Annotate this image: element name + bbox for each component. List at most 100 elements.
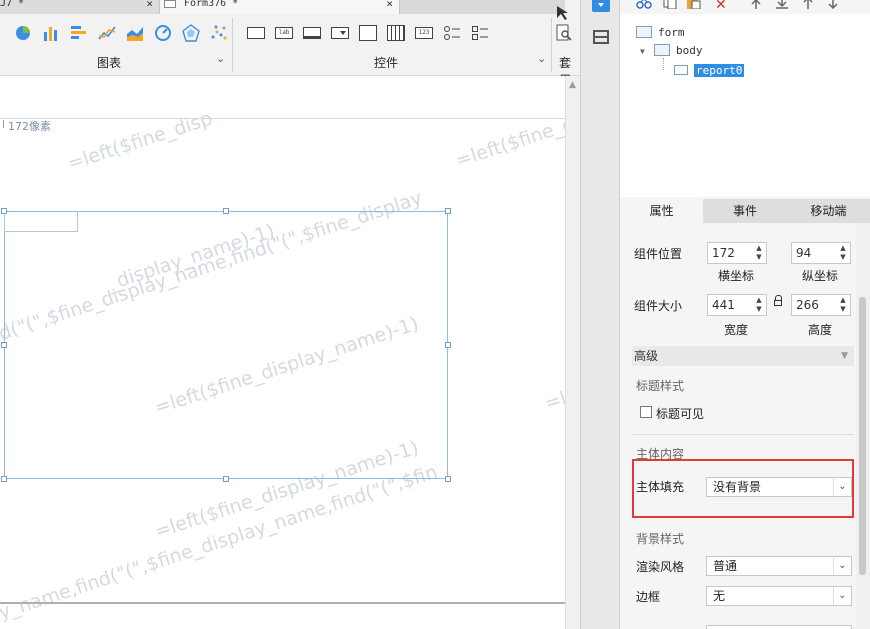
scroll-up-icon[interactable]: ▲ [569,80,576,90]
watermark-text: =le [542,383,565,415]
height-value: 266 [796,298,819,312]
search-document-icon[interactable] [555,24,573,42]
increment-icon[interactable]: ▲ [837,244,849,253]
gauge-chart-icon[interactable] [154,24,172,42]
render-style-value: 普通 [713,559,738,573]
chevron-down-icon: ⌄ [833,587,851,605]
watermark-text: y_name,find("(",$fine_display_name,find(… [0,460,441,624]
render-style-select[interactable]: 普通 ⌄ [706,556,852,576]
dropdown-toggle-button[interactable] [592,0,610,12]
resize-handle[interactable] [223,476,229,482]
horizontal-bar-chart-icon[interactable] [70,24,88,42]
next-property-select[interactable] [706,625,852,629]
delete-icon[interactable]: ✕ [715,0,727,13]
copy-icon[interactable] [662,0,678,13]
tree-node-form[interactable]: form [636,24,685,40]
bar-chart-icon[interactable] [42,24,60,42]
section-divider [632,434,854,435]
tab-label: Form376 * [184,0,239,9]
template-group: 套用 [552,14,580,87]
resize-handle[interactable] [445,208,451,214]
increment-icon[interactable]: ▲ [753,296,765,305]
report0-widget[interactable] [4,211,448,479]
tree-node-report0[interactable]: report0 [674,62,745,78]
resize-handle[interactable] [445,476,451,482]
paste-icon[interactable] [686,0,702,13]
advanced-section-toggle[interactable]: 高级 ▼ [632,346,854,366]
form-document-icon [164,0,176,8]
area-chart-icon[interactable] [126,24,144,42]
date-control-icon[interactable] [387,25,405,41]
body-node-icon [654,44,670,56]
decrement-icon[interactable]: ▼ [837,305,849,314]
move-up-icon[interactable] [801,0,815,13]
y-position-spinner[interactable]: 94 ▲ ▼ [791,242,851,264]
dropdown-control-icon[interactable] [331,27,349,39]
background-style-heading: 背景样式 [636,532,685,546]
controls-group-label: 控件 [374,56,399,70]
button-control-icon[interactable] [303,27,321,39]
resize-handle[interactable] [445,342,451,348]
property-scrollbar[interactable] [856,223,870,629]
close-icon[interactable]: × [146,0,153,9]
chevron-down-icon[interactable]: ⌄ [537,52,546,65]
tree-node-label: form [658,25,685,39]
line-chart-icon[interactable] [98,24,116,42]
title-visible-checkbox[interactable] [640,406,652,418]
x-value: 172 [712,246,735,260]
increment-icon[interactable]: ▲ [837,296,849,305]
height-spinner[interactable]: 266 ▲ ▼ [791,294,851,316]
tab-properties[interactable]: 属性 [620,199,704,223]
tab-j7[interactable]: J7 * × [0,0,160,14]
chevron-down-icon[interactable]: ⌄ [216,52,225,65]
widget-tree: form ▼ body report0 [620,14,870,197]
radio-group-control-icon[interactable] [443,24,461,42]
resize-handle[interactable] [1,342,7,348]
pie-chart-icon[interactable] [14,24,32,42]
increment-icon[interactable]: ▲ [753,244,765,253]
move-down-icon[interactable] [826,0,840,13]
label-control-icon[interactable]: lab [275,27,293,39]
text-field-control-icon[interactable] [247,27,265,39]
x-position-spinner[interactable]: 172 ▲ ▼ [707,242,767,264]
move-top-icon[interactable] [749,0,763,13]
decrement-icon[interactable]: ▼ [753,253,765,262]
watermark-text: =left($fine_c [453,113,565,172]
border-label: 边框 [636,590,661,604]
scatter-chart-icon[interactable] [210,24,228,42]
tab-events[interactable]: 事件 [703,199,787,223]
tree-node-body[interactable]: body [654,42,703,58]
resize-handle[interactable] [223,208,229,214]
cursor-pointer-icon[interactable] [555,4,573,22]
canvas-scrollbar[interactable]: ▲ [565,76,580,629]
lock-open-icon[interactable] [774,295,782,306]
resize-handle[interactable] [1,476,7,482]
decrement-icon[interactable]: ▼ [753,305,765,314]
chevron-down-icon: ▼ [841,351,848,361]
number-control-icon[interactable]: 123 [415,27,433,39]
cut-icon[interactable] [636,0,652,13]
checkbox-group-control-icon[interactable] [471,24,489,42]
controls-group: lab 123 控件 ⌄ [233,14,551,76]
resize-handle[interactable] [1,208,7,214]
collapse-arrow-icon[interactable]: ▼ [640,47,645,56]
scrollbar-thumb[interactable] [859,297,866,575]
radar-chart-icon[interactable] [182,24,200,42]
decrement-icon[interactable]: ▼ [837,253,849,262]
canvas-bottom-border [0,602,565,604]
textarea-control-icon[interactable] [359,25,377,41]
report0-title-area[interactable] [4,211,78,232]
editor-tab-bar: J7 * × Form376 * × [0,0,565,14]
chart-group: 图表 ⌄ [0,14,232,76]
tab-mobile[interactable]: 移动端 [786,199,870,223]
border-select[interactable]: 无 ⌄ [706,586,852,606]
close-icon[interactable]: × [386,0,393,9]
tab-form376[interactable]: Form376 * × [160,0,400,14]
width-spinner[interactable]: 441 ▲ ▼ [707,294,767,316]
design-canvas[interactable]: 172像素 =left($fine_disp =left($fine_c _di… [0,76,565,629]
tree-toolbar: ✕ [620,0,870,14]
form-node-icon [636,26,652,38]
widget-toolbar: 图表 ⌄ lab 123 控件 ⌄ 套用 [0,6,580,87]
move-bottom-icon[interactable] [775,0,789,13]
layout-panel-icon[interactable] [593,30,609,44]
